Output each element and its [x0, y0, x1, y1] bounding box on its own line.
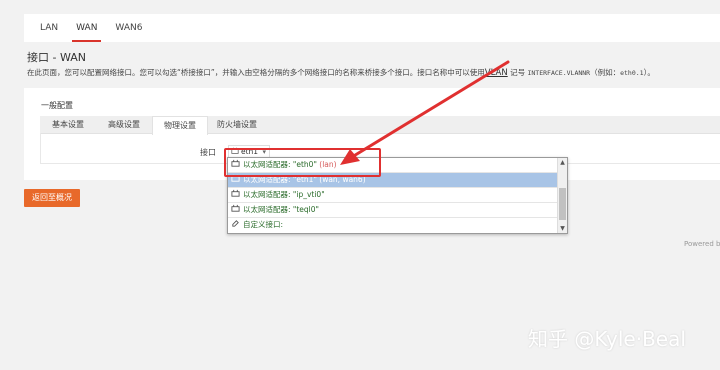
tab-firewall[interactable]: 防火墙设置 [208, 116, 266, 133]
desc-code-example: eth0.1 [620, 69, 644, 77]
desc-text: 在此页面，您可以配置网络接口。您可以勾选“桥接接口”，并输入由空格分隔的多个网络… [27, 68, 485, 77]
desc-code: INTERFACE.VLANNR [527, 69, 591, 77]
dropdown-scrollbar[interactable]: ▲ ▼ [557, 158, 567, 233]
page-description: 在此页面，您可以配置网络接口。您可以勾选“桥接接口”，并输入由空格分隔的多个网络… [27, 67, 717, 78]
top-nav-card: LAN WAN WAN6 [24, 14, 720, 42]
desc-mid: 记号 [507, 68, 528, 77]
tab-basic[interactable]: 基本设置 [40, 116, 96, 133]
desc-end: ）。 [643, 68, 655, 77]
powered-by-footer: Powered b [684, 240, 720, 248]
section-title: 一般配置 [41, 101, 73, 110]
edit-icon [232, 220, 239, 227]
vlan-link[interactable]: VLAN [485, 68, 508, 78]
interface-label: 接口 [200, 148, 216, 157]
back-to-overview-button[interactable]: 返回至概况 [24, 189, 80, 207]
annotation-highlight-box [224, 148, 381, 177]
tab-wan[interactable]: WAN [72, 14, 102, 42]
scroll-thumb[interactable] [559, 188, 566, 220]
option-label: 自定义接口: [243, 220, 284, 229]
config-tabs: 基本设置 高级设置 物理设置 防火墙设置 [40, 116, 720, 135]
dropdown-option-ip-vti0[interactable]: 以太网适配器: "ip_vti0" [228, 188, 557, 203]
interface-tabs: LAN WAN WAN6 [36, 14, 156, 42]
tab-wan6[interactable]: WAN6 [111, 14, 146, 42]
option-label: 以太网适配器: "teql0" [243, 205, 319, 214]
page-title: 接口 - WAN [27, 51, 86, 64]
network-adapter-icon [231, 189, 240, 197]
scroll-down-icon[interactable]: ▼ [558, 224, 567, 233]
desc-example: （例如： [590, 68, 621, 77]
dropdown-option-custom[interactable]: 自定义接口: [228, 218, 557, 232]
dropdown-option-teql0[interactable]: 以太网适配器: "teql0" [228, 203, 557, 218]
tab-advanced[interactable]: 高级设置 [96, 116, 152, 133]
scroll-up-icon[interactable]: ▲ [558, 158, 567, 167]
watermark: 知乎 @Kyle·Beal [528, 327, 686, 351]
option-label: 以太网适配器: "ip_vti0" [243, 190, 325, 199]
tab-lan[interactable]: LAN [36, 14, 62, 42]
network-adapter-icon [231, 204, 240, 212]
